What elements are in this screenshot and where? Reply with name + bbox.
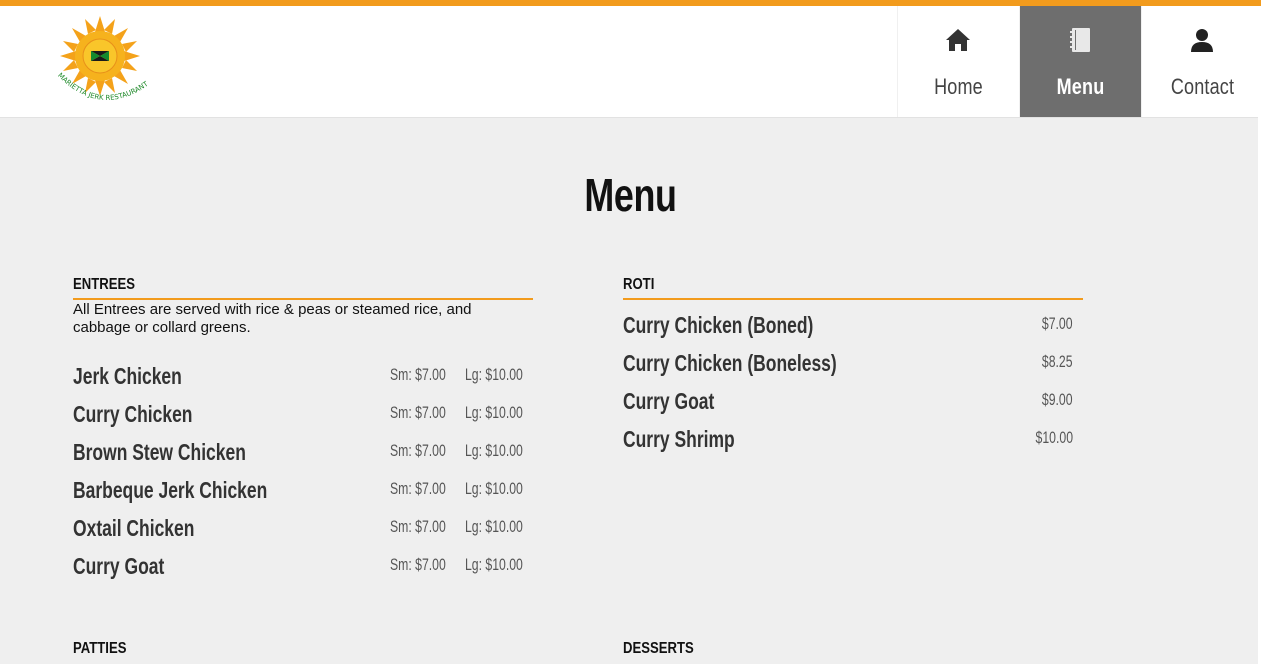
list-item: Curry Chicken (Boneless) $8.25 xyxy=(623,350,1083,388)
item-name: Curry Chicken xyxy=(73,401,193,427)
item-name: Curry Chicken (Boned) xyxy=(623,312,814,338)
nav-label-contact: Contact xyxy=(1170,74,1235,99)
price-small: Sm: $7.00 xyxy=(390,517,446,536)
item-name: Curry Goat xyxy=(73,553,165,579)
nav-item-home[interactable]: Home xyxy=(897,6,1019,117)
price: $9.00 xyxy=(1042,390,1073,409)
nav-item-menu[interactable]: Menu xyxy=(1019,6,1141,117)
roti-section: ROTI Curry Chicken (Boned) $7.00 Curry C… xyxy=(623,276,1083,472)
sun-logo-icon: MARIETTA JERK RESTAURANT xyxy=(56,16,150,102)
nav-item-contact[interactable]: Contact xyxy=(1141,6,1261,117)
price: $8.25 xyxy=(1042,352,1073,371)
price-large: Lg: $10.00 xyxy=(465,479,523,498)
entrees-heading: ENTREES xyxy=(73,276,135,293)
list-item: Curry Chicken (Boned) $7.00 xyxy=(623,312,1083,350)
item-name: Curry Goat xyxy=(623,388,715,414)
item-name: Barbeque Jerk Chicken xyxy=(73,477,268,503)
roti-list: Curry Chicken (Boned) $7.00 Curry Chicke… xyxy=(623,312,1083,472)
entrees-divider xyxy=(73,298,533,300)
list-item: Curry Goat $9.00 xyxy=(623,388,1083,426)
list-item: Curry Chicken Sm: $7.00 Lg: $10.00 xyxy=(73,401,533,439)
item-name: Oxtail Chicken xyxy=(73,515,195,541)
item-name: Brown Stew Chicken xyxy=(73,439,246,465)
price-large: Lg: $10.00 xyxy=(465,441,523,460)
nav-label-menu: Menu xyxy=(1056,74,1105,99)
list-item: Oxtail Chicken Sm: $7.00 Lg: $10.00 xyxy=(73,515,533,553)
price: $7.00 xyxy=(1042,314,1073,333)
roti-divider xyxy=(623,298,1083,300)
entrees-description: All Entrees are served with rice & peas … xyxy=(73,301,472,336)
price-large: Lg: $10.00 xyxy=(465,517,523,536)
price: $10.00 xyxy=(1035,428,1073,447)
price-small: Sm: $7.00 xyxy=(390,479,446,498)
price-small: Sm: $7.00 xyxy=(390,555,446,574)
roti-heading: ROTI xyxy=(623,276,655,293)
list-item: Brown Stew Chicken Sm: $7.00 Lg: $10.00 xyxy=(73,439,533,477)
entrees-list: Jerk Chicken Sm: $7.00 Lg: $10.00 Curry … xyxy=(73,363,533,603)
item-name: Curry Chicken (Boneless) xyxy=(623,350,837,376)
item-name: Jerk Chicken xyxy=(73,363,182,389)
patties-heading: PATTIES xyxy=(73,640,127,657)
price-small: Sm: $7.00 xyxy=(390,365,446,384)
page-title: Menu xyxy=(584,169,677,221)
book-icon xyxy=(1070,28,1090,52)
main-nav: Home Menu Contact xyxy=(897,6,1261,117)
nav-label-home: Home xyxy=(934,74,983,99)
list-item: Jerk Chicken Sm: $7.00 Lg: $10.00 xyxy=(73,363,533,401)
price-small: Sm: $7.00 xyxy=(390,403,446,422)
price-large: Lg: $10.00 xyxy=(465,365,523,384)
site-header: MARIETTA JERK RESTAURANT Home Menu Conta… xyxy=(0,6,1261,118)
price-large: Lg: $10.00 xyxy=(465,403,523,422)
user-icon xyxy=(1191,29,1213,52)
desserts-heading: DESSERTS xyxy=(623,640,694,657)
price-large: Lg: $10.00 xyxy=(465,555,523,574)
list-item: Barbeque Jerk Chicken Sm: $7.00 Lg: $10.… xyxy=(73,477,533,515)
list-item: Curry Goat Sm: $7.00 Lg: $10.00 xyxy=(73,553,533,591)
price-small: Sm: $7.00 xyxy=(390,441,446,460)
list-item: Curry Shrimp $10.00 xyxy=(623,426,1083,464)
home-icon xyxy=(946,29,970,51)
item-name: Curry Shrimp xyxy=(623,426,735,452)
entrees-section: ENTREES All Entrees are served with rice… xyxy=(73,276,533,603)
site-logo[interactable]: MARIETTA JERK RESTAURANT xyxy=(50,16,168,108)
